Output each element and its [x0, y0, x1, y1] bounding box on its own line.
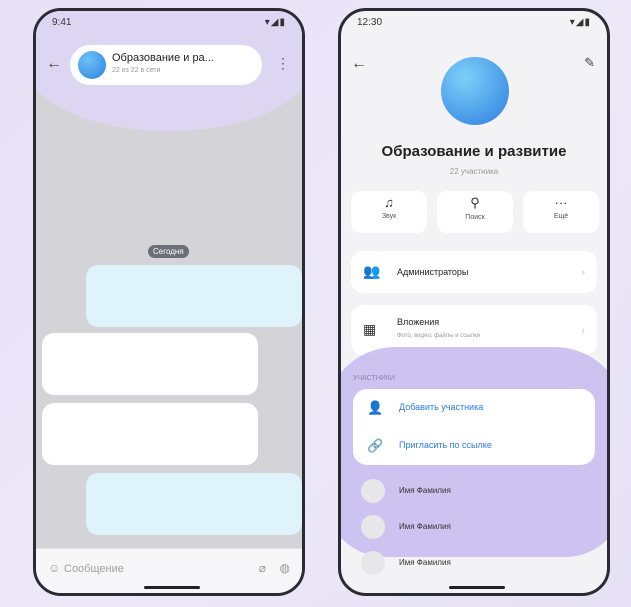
microphone-icon[interactable]: ◍: [280, 561, 290, 575]
status-icons: ▾◢▮: [569, 17, 591, 28]
edit-pencil-icon[interactable]: ✎: [584, 55, 595, 71]
group-subtitle: 22 участника: [449, 167, 499, 176]
member-name: Имя Фамилия: [399, 522, 451, 531]
chat-subtitle: 22 из 22 в сети: [112, 67, 161, 74]
member-name: Имя Фамилия: [399, 558, 451, 567]
status-time: 12:30: [357, 17, 383, 28]
invite-card: 👤 Добавить участника 🔗 Пригласить по ссы…: [353, 389, 595, 465]
message-input[interactable]: Сообщение: [64, 563, 124, 575]
more-vertical-icon[interactable]: ⋮: [276, 55, 290, 72]
chevron-right-icon: ›: [581, 267, 585, 278]
more-label: Ещё: [553, 213, 569, 220]
phone-chat-screen: 9:41 ▾◢▮ ← Образование и ра... 22 из 22 …: [33, 8, 305, 596]
chevron-right-icon: ›: [581, 325, 585, 336]
member-avatar: [361, 551, 385, 575]
member-row[interactable]: Имя Фамилия: [341, 547, 607, 583]
admins-label: Администраторы: [397, 267, 469, 277]
status-bar: 12:30 ▾◢▮: [357, 17, 591, 31]
member-avatar: [361, 479, 385, 503]
group-title: Образование и развитие: [381, 143, 567, 160]
add-user-icon: 👤: [367, 400, 384, 415]
sound-label: Звук: [381, 213, 397, 220]
more-icon: ···: [554, 195, 568, 210]
chat-title: Образование и ра...: [112, 52, 214, 64]
add-member-button[interactable]: 👤 Добавить участника: [353, 389, 595, 427]
more-button[interactable]: ··· Ещё: [523, 191, 599, 233]
group-avatar[interactable]: [441, 57, 509, 125]
attachments-sublabel: Фото, видео, файлы и ссылки: [397, 333, 481, 339]
incoming-message-bubble[interactable]: [42, 403, 258, 465]
status-time: 9:41: [52, 17, 72, 28]
sound-button[interactable]: ♫ Звук: [351, 191, 427, 233]
status-bar: 9:41 ▾◢▮: [52, 17, 286, 31]
bell-icon: ♫: [384, 195, 394, 210]
phone-group-profile: 12:30 ▾◢▮ ← ✎ Образование и развитие 22 …: [338, 8, 610, 596]
admins-item[interactable]: 👥 Администраторы ›: [351, 251, 597, 293]
status-icons: ▾◢▮: [264, 17, 286, 28]
home-indicator: [449, 586, 505, 589]
invite-link-button[interactable]: 🔗 Пригласить по ссылке: [353, 427, 595, 465]
outgoing-message-bubble[interactable]: [86, 265, 302, 327]
quick-actions: ♫ Звук ⚲ Поиск ··· Ещё: [351, 191, 599, 233]
chat-header[interactable]: Образование и ра... 22 из 22 в сети: [70, 45, 262, 85]
date-badge: Сегодня: [148, 245, 189, 258]
back-arrow-icon[interactable]: ←: [351, 55, 367, 73]
emoji-icon[interactable]: ☺: [48, 561, 60, 575]
add-member-label: Добавить участника: [399, 402, 484, 412]
member-avatar: [361, 515, 385, 539]
chat-avatar[interactable]: [78, 51, 106, 79]
incoming-message-bubble[interactable]: [42, 333, 258, 395]
admins-icon: 👥: [363, 263, 381, 279]
home-indicator: [144, 586, 200, 589]
search-label: Поиск: [465, 214, 485, 221]
members-section-label: УЧАСТНИКИ: [353, 375, 395, 382]
attach-icon[interactable]: ⌀: [259, 561, 266, 575]
member-row[interactable]: Имя Фамилия: [341, 511, 607, 547]
search-icon: ⚲: [470, 195, 480, 210]
back-arrow-icon[interactable]: ←: [46, 55, 62, 73]
search-button[interactable]: ⚲ Поиск: [437, 191, 513, 233]
member-name: Имя Фамилия: [399, 486, 451, 495]
outgoing-message-bubble[interactable]: [86, 473, 302, 535]
attachments-label: Вложения: [397, 317, 440, 327]
link-icon: 🔗: [367, 438, 384, 453]
attachments-icon: ▦: [363, 321, 377, 337]
member-row[interactable]: Имя Фамилия: [341, 475, 607, 511]
invite-link-label: Пригласить по ссылке: [399, 440, 492, 450]
